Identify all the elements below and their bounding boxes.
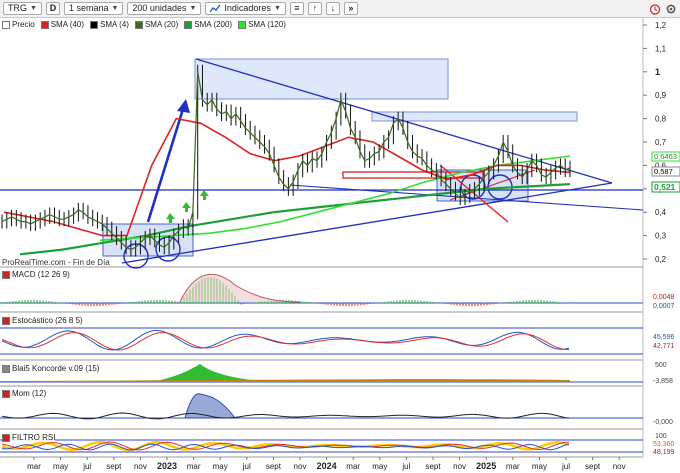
- stoch-pane-label[interactable]: Estocástico (26 8 5): [2, 316, 83, 325]
- ascending-trendline: [121, 182, 613, 264]
- x-tick-label: nov: [294, 462, 307, 471]
- y-tick-label: 0,4: [655, 208, 667, 217]
- y-tick-label: 1,1: [655, 44, 667, 53]
- x-tick-label: 2023: [157, 461, 177, 471]
- pane-label-text: MACD (12 26 9): [12, 270, 70, 279]
- y-tick-label: 1,2: [655, 21, 667, 30]
- up-arrow-icon: [166, 213, 175, 223]
- rsi-value-2: 48,199: [653, 449, 675, 456]
- mom-pane-label[interactable]: Mom (12): [2, 389, 47, 398]
- x-tick-label: jul: [561, 462, 570, 471]
- pane-swatch: [2, 364, 10, 373]
- time-axis: mar may jul sept nov 2023 mar may jul sept nov 2024…: [27, 457, 626, 471]
- x-tick-label: sept: [425, 462, 441, 471]
- macd-signal-value: 0,0007: [653, 303, 675, 310]
- pane-swatch: [2, 389, 10, 398]
- stoch-k-value: 45,596: [653, 334, 675, 341]
- koncorde-brown-area: [0, 379, 570, 382]
- y-tick-label: 0,3: [655, 232, 667, 241]
- mom-area: [184, 393, 237, 419]
- chart-canvas: 1,21,110,90,80,70,60,50,40,30,2 marmayju…: [0, 18, 680, 471]
- price-axis: 1,21,110,90,80,70,60,50,40,30,2: [643, 21, 667, 264]
- breakout-arrow: [146, 108, 185, 223]
- koncorde-pane-label[interactable]: Blai5 Koncorde v.09 (15): [2, 364, 100, 373]
- x-tick-label: sept: [585, 462, 601, 471]
- x-tick-label: nov: [134, 462, 147, 471]
- x-tick-label: mar: [346, 462, 360, 471]
- pane-swatch: [2, 270, 10, 279]
- x-tick-label: jul: [401, 462, 410, 471]
- y-tick-label: 1: [655, 67, 660, 77]
- x-tick-label: may: [372, 462, 387, 471]
- x-tick-label: mar: [27, 462, 41, 471]
- x-tick-label: mar: [506, 462, 520, 471]
- macd-value: 0,0048: [653, 294, 675, 301]
- up-arrow-icon: [200, 190, 209, 200]
- y-tick-label: 0,8: [655, 115, 667, 124]
- data-source-label: ProRealTime.com - Fin de Día: [2, 258, 110, 267]
- stoch-d-line: [1, 332, 569, 351]
- macd-signal-area: [179, 273, 301, 303]
- resistance-zone-box: [194, 58, 449, 100]
- x-tick-label: mar: [187, 462, 201, 471]
- stoch-k-line: [1, 330, 570, 351]
- pane-swatch: [2, 433, 10, 442]
- pane-label-text: FILTRO RSI: [12, 433, 56, 442]
- rsi-pane-label[interactable]: FILTRO RSI: [2, 433, 56, 442]
- x-tick-label: jul: [242, 462, 251, 471]
- y-tick-label: 0,2: [655, 255, 667, 264]
- x-tick-label: nov: [453, 462, 466, 471]
- x-tick-label: sept: [106, 462, 122, 471]
- arrow-head-icon: [177, 99, 190, 113]
- y-tick-label: 0,9: [655, 91, 667, 100]
- sma-value-text: 0,6463: [654, 152, 677, 161]
- x-tick-label: 2025: [476, 461, 496, 471]
- pane-label-text: Blai5 Koncorde v.09 (15): [12, 364, 100, 373]
- y-tick-label: 0,7: [655, 138, 667, 147]
- pane-swatch: [2, 316, 10, 325]
- macd-pane-label[interactable]: MACD (12 26 9): [2, 270, 70, 279]
- stoch-d-value: 42,771: [653, 343, 675, 350]
- indicator-values: 0,0048 0,0007 45,596 42,771 500 -3,858 -…: [653, 294, 675, 456]
- breakout-arrows: [146, 99, 209, 223]
- x-tick-label: nov: [613, 462, 626, 471]
- last-value-tags: 0,6463 0,587 0,521: [651, 151, 680, 193]
- pane-label-text: Mom (12): [12, 389, 47, 398]
- x-tick-label: sept: [266, 462, 282, 471]
- x-tick-label: jul: [82, 462, 91, 471]
- pane-label-text: Estocástico (26 8 5): [12, 316, 83, 325]
- x-tick-label: may: [53, 462, 68, 471]
- x-tick-label: may: [213, 462, 228, 471]
- sma200-value-text: 0,521: [654, 182, 676, 192]
- x-tick-label: 2024: [317, 461, 337, 471]
- up-arrow-icon: [182, 202, 191, 212]
- koncorde-value: -3,858: [653, 378, 673, 385]
- price-value-text: 0,587: [654, 167, 673, 176]
- rsi-tick: 100: [655, 433, 667, 440]
- x-tick-label: may: [532, 462, 547, 471]
- koncorde-tick: 500: [655, 362, 667, 369]
- rsi-value-1: 53,360: [653, 441, 675, 448]
- mom-value: -0,000: [653, 419, 673, 426]
- koncorde-green-area: [150, 364, 260, 382]
